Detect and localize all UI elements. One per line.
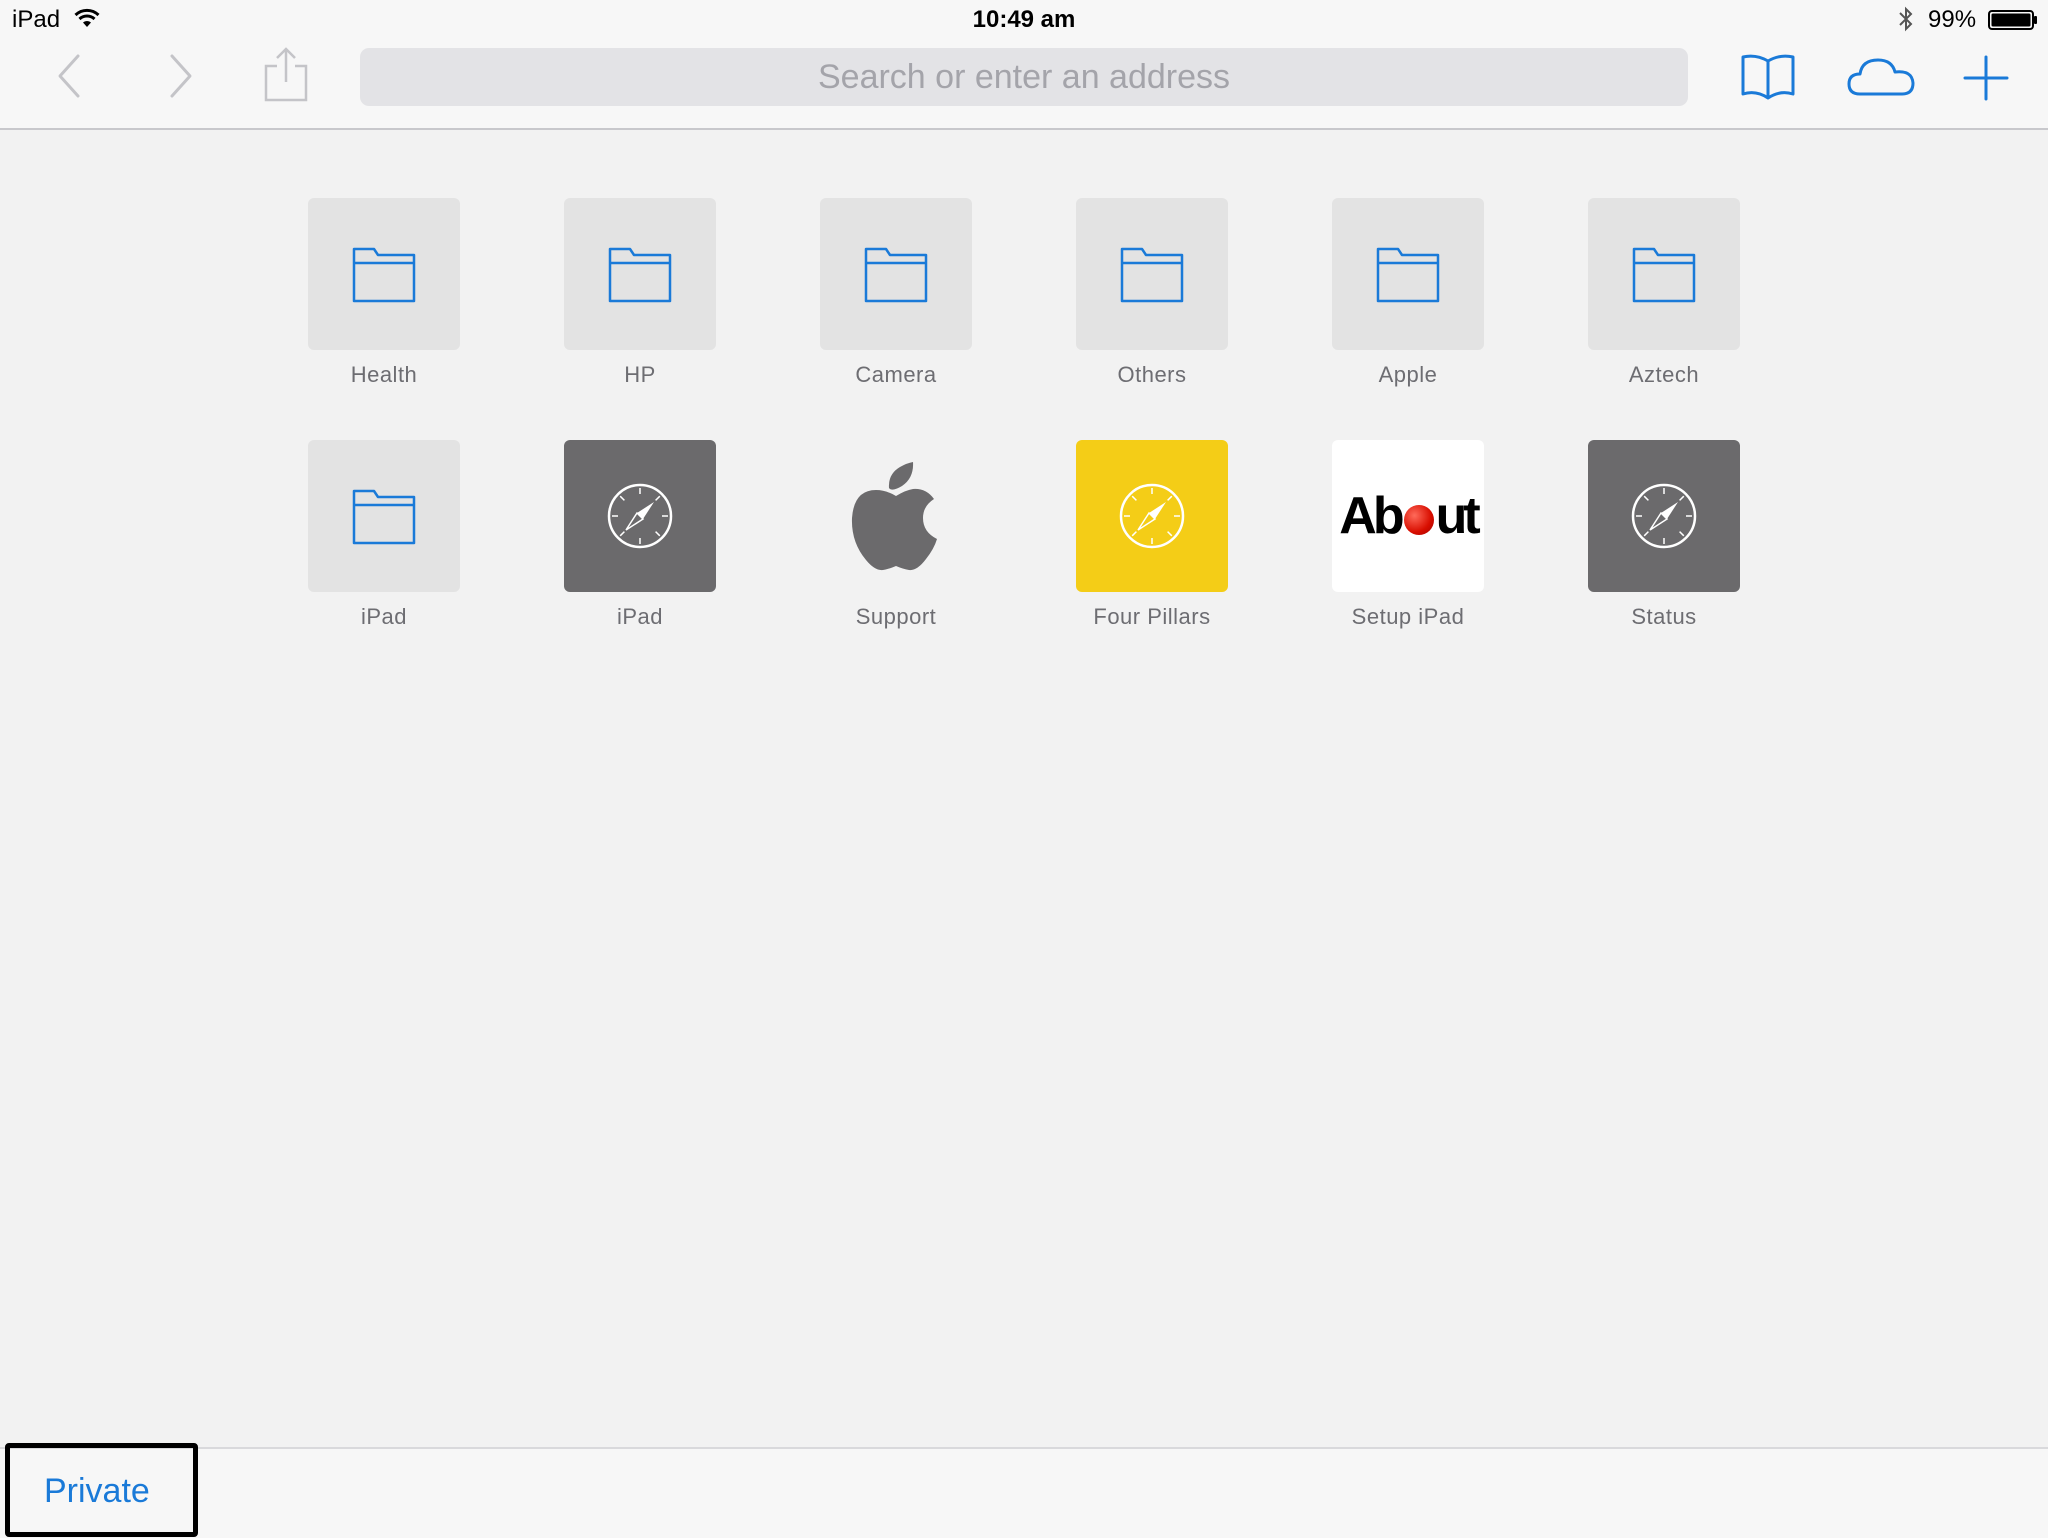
share-icon (264, 47, 308, 102)
chevron-left-icon (58, 54, 80, 98)
favorite-label: Four Pillars (1093, 604, 1211, 629)
plus-icon (1963, 55, 2009, 101)
compass-icon (1588, 440, 1740, 592)
private-button[interactable]: Private (5, 1443, 198, 1537)
folder-icon (308, 440, 460, 592)
favorite-item[interactable]: Others (1076, 198, 1228, 388)
forward-button[interactable] (162, 52, 198, 100)
favorite-item[interactable]: Camera (820, 198, 972, 388)
private-label: Private (44, 1472, 150, 1510)
favorite-item[interactable]: iPad (564, 440, 716, 630)
status-time: 10:49 am (972, 6, 1076, 33)
favorite-item[interactable]: Status (1588, 440, 1740, 630)
compass-icon (1076, 440, 1228, 592)
favorite-label: Support (855, 604, 937, 629)
bookmarks-button[interactable] (1740, 52, 1796, 102)
folder-icon (820, 198, 972, 350)
favorite-label: iPad (616, 604, 664, 629)
new-tab-button[interactable] (1962, 54, 2010, 102)
folder-icon (1076, 198, 1228, 350)
share-button[interactable] (262, 46, 310, 104)
back-button[interactable] (52, 52, 88, 100)
about-logo-icon: Ab ut (1332, 440, 1484, 592)
folder-icon (1588, 198, 1740, 350)
folder-icon (564, 198, 716, 350)
cloud-icon (1847, 58, 1915, 96)
favorite-item[interactable]: Ab ut Setup iPad (1332, 440, 1484, 630)
search-input[interactable] (360, 48, 1688, 106)
favorite-label: Aztech (1628, 362, 1700, 387)
about-logo-text: Ab ut (1339, 487, 1480, 545)
favorite-item[interactable]: Health (308, 198, 460, 388)
favorite-label: Apple (1378, 362, 1438, 387)
battery-icon (1988, 10, 2038, 30)
apple-logo-icon (820, 440, 972, 592)
favorite-label: Others (1117, 362, 1187, 387)
favorite-label: Camera (855, 362, 937, 387)
favorite-item[interactable]: HP (564, 198, 716, 388)
bottom-bar (0, 1447, 2048, 1538)
compass-icon (564, 440, 716, 592)
about-red-dot-icon (1403, 505, 1434, 535)
favorite-label: iPad (360, 604, 408, 629)
bluetooth-icon (1898, 6, 1914, 32)
battery-percent: 99% (1928, 6, 1977, 33)
top-bar: iPad 10:49 am 99% (0, 0, 2048, 130)
favorite-item[interactable]: Apple (1332, 198, 1484, 388)
favorite-label: Setup iPad (1351, 604, 1465, 629)
favorite-item[interactable]: iPad (308, 440, 460, 630)
folder-icon (1332, 198, 1484, 350)
status-bar: iPad 10:49 am 99% (0, 0, 2048, 40)
folder-icon (308, 198, 460, 350)
favorite-item[interactable]: Aztech (1588, 198, 1740, 388)
icloud-tabs-button[interactable] (1846, 54, 1916, 98)
chevron-right-icon (170, 54, 192, 98)
favorite-item[interactable]: Support (820, 440, 972, 630)
favorite-label: HP (624, 362, 656, 387)
favorite-label: Status (1631, 604, 1697, 629)
open-book-icon (1741, 54, 1795, 100)
favorite-label: Health (350, 362, 418, 387)
favorite-item[interactable]: Four Pillars (1076, 440, 1228, 630)
